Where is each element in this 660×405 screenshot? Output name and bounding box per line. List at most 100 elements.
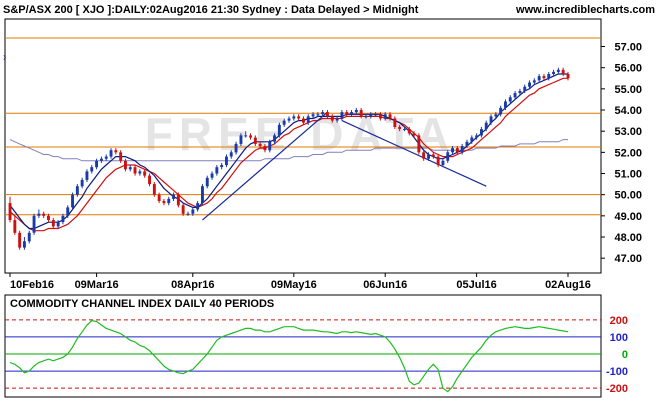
- cci-axis: 200 100 0 -100 -200: [606, 315, 628, 395]
- candle-body: [80, 179, 84, 187]
- candle-body: [143, 171, 147, 176]
- candle-body: [504, 101, 507, 108]
- candle-body: [446, 152, 450, 161]
- candle-body: [119, 152, 123, 161]
- cci-tick-label: -200: [606, 383, 628, 395]
- candle-body: [124, 160, 127, 170]
- x-tick-label: 02Aug16: [545, 279, 591, 291]
- candle-body: [128, 167, 132, 170]
- candle-body: [181, 205, 185, 214]
- candle-body: [75, 186, 79, 195]
- candle-body: [374, 114, 377, 116]
- y-tick-label: 53.00: [614, 126, 642, 138]
- candle-body: [61, 215, 65, 223]
- candle-body: [388, 114, 392, 119]
- candle-body: [302, 118, 305, 123]
- candle-body: [215, 167, 219, 174]
- y-tick-label: 49.00: [614, 211, 642, 223]
- candle-body: [32, 215, 36, 233]
- candle: [71, 192, 74, 210]
- y-tick-label: 54.00: [614, 105, 642, 117]
- x-tick-label: 06Jun16: [363, 279, 407, 291]
- candle-body: [114, 150, 118, 153]
- candle-body: [196, 203, 200, 210]
- candle-body: [138, 171, 142, 174]
- candle-body: [455, 148, 459, 153]
- candle-body: [258, 143, 262, 146]
- candle-body: [268, 141, 272, 151]
- candle-body: [552, 71, 555, 74]
- candle-body: [547, 74, 551, 79]
- candle-body: [244, 135, 248, 137]
- cci-title: COMMODITY CHANNEL INDEX DAILY 40 PERIODS: [10, 298, 274, 310]
- candle: [176, 192, 180, 208]
- candle-body: [162, 201, 166, 204]
- scroll-left-icon[interactable]: ›: [3, 52, 6, 63]
- candle-body: [330, 116, 334, 121]
- candle-body: [8, 203, 12, 220]
- candle-body: [297, 116, 301, 119]
- candle: [201, 184, 204, 206]
- candle-body: [499, 107, 503, 115]
- candle-body: [431, 154, 435, 157]
- cci-tick-label: 0: [622, 349, 628, 361]
- candle-body: [369, 114, 373, 117]
- site-url[interactable]: www.incrediblecharts.com: [515, 4, 655, 16]
- candle-body: [51, 220, 55, 227]
- candle-body: [13, 220, 17, 233]
- candle-body: [561, 69, 565, 74]
- candle-body: [90, 167, 94, 172]
- candle-body: [85, 171, 89, 180]
- date-axis: 10Feb16 09Mar16 08Apr16 09May16 06Jun16 05Jul…: [9, 273, 591, 291]
- candle-body: [167, 198, 171, 204]
- candle-body: [393, 118, 397, 127]
- candle-body: [152, 184, 156, 195]
- candle: [417, 133, 421, 155]
- candle-body: [532, 80, 536, 83]
- candle-body: [475, 135, 479, 138]
- x-tick-label: 08Apr16: [171, 279, 214, 291]
- cci-tick-label: -100: [606, 366, 628, 378]
- candle-body: [42, 213, 46, 216]
- candle-body: [470, 137, 474, 142]
- candle-body: [263, 146, 267, 151]
- candle-body: [335, 118, 339, 121]
- candle-body: [379, 114, 382, 119]
- y-tick-label: 57.00: [614, 42, 642, 54]
- candle-body: [484, 122, 488, 129]
- watermark: FREE DATA: [145, 108, 455, 160]
- candle-body: [422, 152, 426, 159]
- candle-body: [518, 91, 522, 94]
- candle-body: [18, 232, 22, 248]
- candle-body: [451, 148, 454, 153]
- candle-body: [494, 114, 498, 117]
- candle-body: [133, 167, 137, 174]
- y-tick-label: 48.00: [614, 232, 642, 244]
- candle-body: [542, 76, 546, 79]
- candle-body: [148, 175, 151, 185]
- candle-body: [277, 124, 281, 136]
- candle-body: [489, 116, 493, 123]
- candle: [18, 230, 22, 250]
- candle-body: [27, 232, 31, 242]
- candle: [277, 122, 281, 138]
- candle-body: [229, 152, 233, 157]
- candle-body: [480, 129, 483, 136]
- candle-body: [205, 177, 209, 187]
- candle-body: [364, 116, 368, 118]
- candle-body: [359, 110, 363, 117]
- candle-body: [412, 133, 416, 136]
- candle-body: [523, 86, 527, 91]
- candle: [152, 181, 156, 197]
- candle-body: [417, 135, 421, 153]
- candle-body: [71, 194, 74, 208]
- candle-body: [316, 114, 320, 116]
- candle-body: [340, 112, 344, 119]
- candle-body: [100, 158, 103, 161]
- candle-body: [176, 194, 180, 206]
- candle-body: [273, 135, 276, 142]
- y-tick-label: 51.00: [614, 169, 642, 181]
- candle-body: [441, 160, 445, 165]
- candle-body: [253, 137, 257, 144]
- chart-canvas: S&P/ASX 200 [ XJO ]:DAILY:02Aug2016 21:3…: [0, 0, 660, 398]
